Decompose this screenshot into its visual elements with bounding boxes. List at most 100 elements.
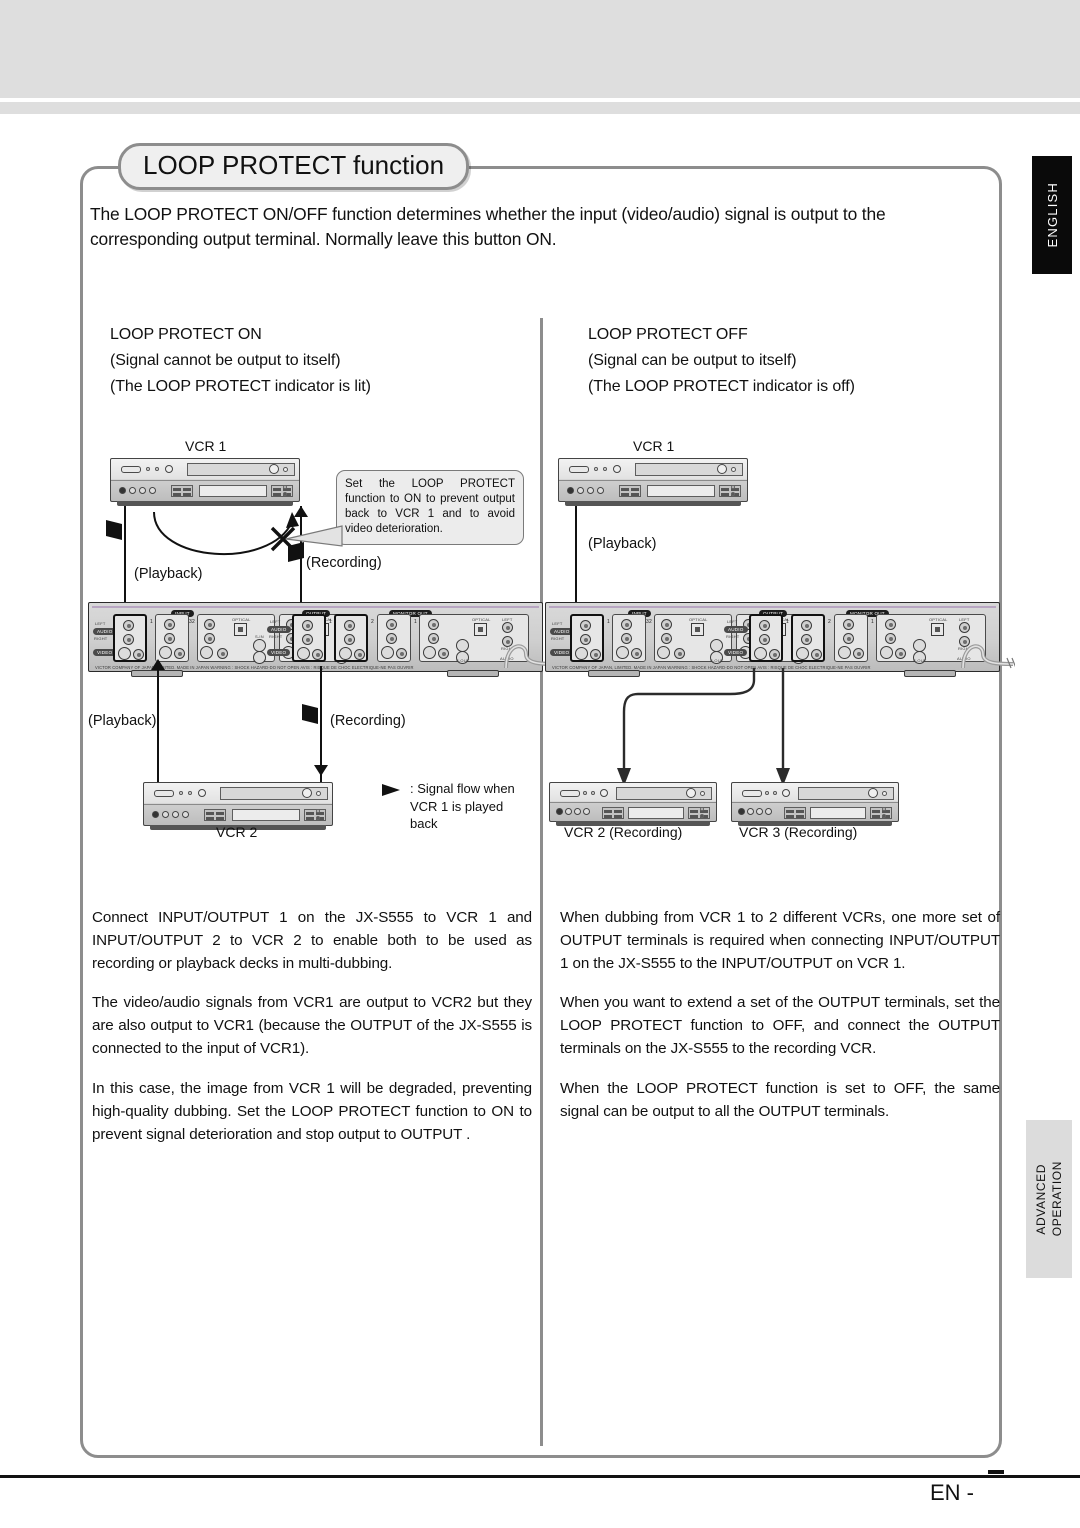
vcr-small-dot <box>700 791 705 796</box>
panel-number-1: 1 <box>871 619 874 625</box>
panel-jack <box>164 633 175 644</box>
left-playback-bottom-line <box>157 666 160 782</box>
vcr-button-block <box>619 485 641 497</box>
panel-s-connector <box>381 646 394 659</box>
left-vcr1-device <box>110 458 300 506</box>
panel-jack <box>386 619 397 630</box>
panel-label-left: LEFT <box>270 619 281 624</box>
left-body-text: Connect INPUT/OUTPUT 1 on the JX-S555 to… <box>92 906 532 1162</box>
right-output-branch-cables-icon <box>617 668 790 786</box>
vcr-small-dot <box>283 492 287 496</box>
panel-foot <box>447 670 499 677</box>
vcr-indicator-dot <box>765 791 769 795</box>
right-playback-label: (Playback) <box>588 536 657 552</box>
panel-s-connector <box>159 646 172 659</box>
panel-s-connector <box>297 647 310 660</box>
panel-number-2: 2 <box>828 619 831 625</box>
panel-label-right: RIGHT <box>726 634 740 639</box>
left-vcr2-device <box>143 782 333 830</box>
vcr-button <box>182 811 189 818</box>
signal-flow-arrow-icon <box>382 784 400 796</box>
vcr-power-button <box>613 465 621 473</box>
panel-optical-port <box>691 623 704 636</box>
right-jx-s555-rear-panel: LEFT AUDIO RIGHT VIDEO INPUT 1 2 OPTICAL <box>545 602 1015 677</box>
panel-number-3: 3 <box>646 619 649 625</box>
vcr-small-dot <box>283 485 287 489</box>
panel-s-connector <box>838 646 851 659</box>
panel-jack <box>344 634 355 645</box>
panel-label-right: RIGHT <box>94 636 108 641</box>
panel-power-cord-icon <box>961 644 1015 669</box>
vcr-display <box>199 485 267 497</box>
panel-input-group-1 <box>113 614 147 662</box>
panel-foot <box>904 670 956 677</box>
diagram-loop-protect-on: VCR 1 (Playback) (Recording) Set the LOO… <box>0 0 558 880</box>
vcr-jog-dial <box>717 464 727 474</box>
left-recording-bottom-head <box>314 765 328 776</box>
vcr-split <box>144 804 332 805</box>
right-vcr1-device <box>558 458 748 506</box>
vcr-split <box>559 480 747 481</box>
vcr-cassette-door <box>616 787 712 800</box>
panel-jack <box>621 619 632 630</box>
panel-jack <box>344 620 355 631</box>
panel-jack <box>164 619 175 630</box>
vcr-small-dot <box>882 814 886 818</box>
left-playback-bottom-head <box>151 659 165 670</box>
panel-label-optical: OPTICAL <box>929 617 948 622</box>
panel-number-1: 1 <box>607 619 610 625</box>
vcr-button <box>583 808 590 815</box>
vcr-power-button <box>198 789 206 797</box>
vcr-button <box>765 808 772 815</box>
left-callout-tail-icon <box>285 525 343 547</box>
left-paragraph-1: Connect INPUT/OUTPUT 1 on the JX-S555 to… <box>92 909 532 973</box>
right-paragraph-2: When you want to extend a set of the OUT… <box>560 994 1000 1058</box>
panel-label-right: RIGHT <box>269 634 283 639</box>
panel-top-accent <box>549 606 996 608</box>
panel-jack <box>801 620 812 631</box>
left-recording-label-bottom: (Recording) <box>330 713 406 729</box>
vcr-split <box>732 802 898 803</box>
panel-jack <box>123 634 134 645</box>
right-vcr3-label: VCR 3 (Recording) <box>739 824 858 840</box>
vcr-small-dot <box>316 809 320 813</box>
vcr-button <box>587 487 594 494</box>
panel-s-connector <box>616 646 629 659</box>
panel-jack <box>123 620 134 631</box>
vcr-indicator-dot <box>594 467 598 471</box>
panel-optical-port <box>234 623 247 636</box>
vcr-button <box>139 487 146 494</box>
right-vcr2-device <box>549 782 717 826</box>
footer-tick-mark <box>988 1470 1004 1474</box>
vcr-eject-slot <box>154 790 174 797</box>
vcr-indicator-dot <box>603 467 607 471</box>
vcr-small-dot <box>316 816 320 820</box>
vcr-button <box>597 487 604 494</box>
panel-caption-audio: AUDIO <box>724 626 748 633</box>
panel-jack <box>354 649 365 660</box>
panel-input-group-2 <box>612 614 646 662</box>
panel-jack <box>428 633 439 644</box>
vcr-eject-slot <box>742 790 762 797</box>
panel-label-s-out: S-OUT <box>710 658 724 663</box>
panel-top-accent <box>92 606 539 608</box>
panel-jack <box>217 648 228 659</box>
vcr-cassette-door <box>798 787 894 800</box>
panel-jack <box>843 619 854 630</box>
panel-number-1: 1 <box>786 619 789 625</box>
panel-jack <box>174 648 185 659</box>
panel-jack <box>580 634 591 645</box>
panel-number-3: 3 <box>189 619 192 625</box>
vcr-eject-slot <box>569 466 589 473</box>
panel-label-s-out: S-OUT <box>913 658 927 663</box>
right-body-text: When dubbing from VCR 1 to 2 different V… <box>560 906 1000 1139</box>
vcr-button <box>129 487 136 494</box>
panel-number-2: 2 <box>192 619 195 625</box>
vcr-button <box>172 811 179 818</box>
vcr-button-block <box>688 807 710 819</box>
panel-input-group-2 <box>155 614 189 662</box>
panel-jack <box>843 633 854 644</box>
vcr-button <box>152 811 159 818</box>
vcr-indicator-dot <box>591 791 595 795</box>
vcr-button-block <box>204 809 226 821</box>
